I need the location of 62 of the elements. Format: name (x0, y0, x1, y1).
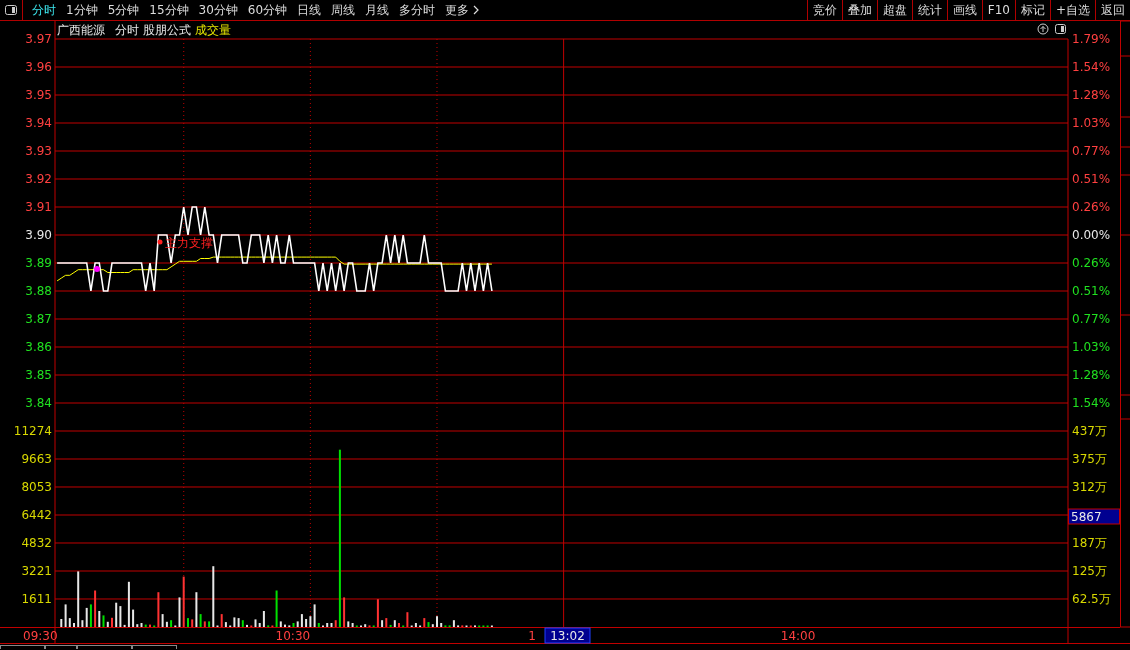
price-axis-label: 3.97 (25, 32, 52, 46)
amount-axis-label: 312万 (1072, 480, 1107, 494)
chart-header-text: 分时 (115, 23, 139, 37)
volume-axis-label: 1611 (21, 592, 52, 606)
cursor-value-label: 5867 (1068, 508, 1120, 525)
percent-axis-label: 0.26% (1072, 200, 1111, 214)
chart-header-text: 成交量 (195, 23, 231, 37)
price-axis-label: 3.93 (25, 144, 52, 158)
period-tab[interactable]: 月线 (360, 0, 395, 20)
time-axis-label: 1 (528, 629, 536, 643)
price-axis-label: 3.85 (25, 368, 52, 382)
period-tab[interactable]: 15分钟 (144, 0, 194, 20)
period-tab[interactable]: 60分钟 (242, 0, 293, 20)
period-tab[interactable]: 5分钟 (102, 0, 145, 20)
volume-axis-label: 8053 (21, 480, 52, 494)
percent-axis-label: 0.77% (1072, 144, 1111, 158)
percent-axis-label: 1.54% (1072, 396, 1111, 410)
percent-axis-label: 0.26% (1072, 256, 1111, 270)
amount-axis-label: 375万 (1072, 452, 1107, 466)
period-tab[interactable]: 日线 (292, 0, 327, 20)
price-axis-label: 3.94 (25, 116, 52, 130)
percent-axis-label: 1.03% (1072, 116, 1111, 130)
percent-axis-label: 0.00% (1072, 228, 1111, 242)
more-button[interactable]: 更多 (440, 0, 485, 20)
time-axis-label: 09:30 (23, 629, 58, 643)
time-axis-label: 10:30 (275, 629, 311, 643)
volume-axis-label: 11274 (13, 424, 52, 438)
period-tab[interactable]: 1分钟 (61, 0, 103, 20)
amount-axis-label: 187万 (1072, 536, 1107, 550)
period-tab[interactable]: 周线 (326, 0, 361, 20)
period-tab[interactable]: 30分钟 (193, 0, 243, 20)
chart-header-text: 股朋公式 (143, 23, 191, 37)
price-axis-label: 3.91 (25, 200, 52, 214)
chart-header-text: 广西能源 (57, 23, 105, 37)
percent-axis-label: 1.03% (1072, 340, 1111, 354)
percent-axis-label: 0.51% (1072, 284, 1111, 298)
price-axis-label: 3.84 (25, 396, 52, 410)
amount-axis-label: 62.5万 (1072, 592, 1111, 606)
percent-axis-label: 0.51% (1072, 172, 1111, 186)
volume-axis-label: 6442 (21, 508, 52, 522)
period-tab[interactable]: 分时 (27, 0, 61, 20)
percent-axis-label: 1.28% (1072, 368, 1111, 382)
volume-axis-label: 9663 (21, 452, 52, 466)
price-axis-label: 3.92 (25, 172, 52, 186)
price-axis-label: 3.86 (25, 340, 52, 354)
price-axis-label: 3.88 (25, 284, 52, 298)
price-axis-label: 3.90 (25, 228, 52, 242)
volume-axis-label: 4832 (21, 536, 52, 550)
percent-axis-label: 1.79% (1072, 32, 1111, 46)
price-axis-label: 3.89 (25, 256, 52, 270)
amount-axis-label: 437万 (1072, 424, 1107, 438)
volume-axis-label: 3221 (21, 564, 52, 578)
percent-axis-label: 0.77% (1072, 312, 1111, 326)
time-axis-label: 14:00 (780, 629, 816, 643)
period-tab[interactable]: 多分时 (394, 0, 441, 20)
price-axis-label: 3.95 (25, 88, 52, 102)
cursor-time-label: 13:02 (544, 627, 591, 644)
percent-axis-label: 1.28% (1072, 88, 1111, 102)
price-axis-label: 3.96 (25, 60, 52, 74)
amount-axis-label: 125万 (1072, 564, 1107, 578)
price-axis-label: 3.87 (25, 312, 52, 326)
percent-axis-label: 1.54% (1072, 60, 1111, 74)
